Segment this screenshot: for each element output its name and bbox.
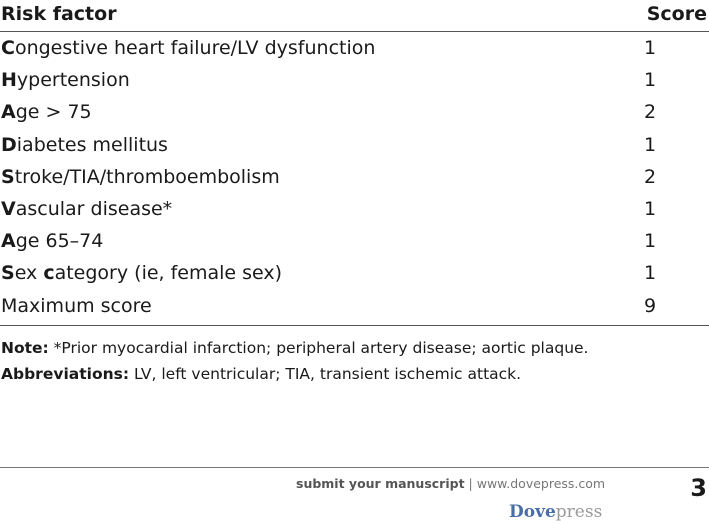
score-cell: 1	[643, 198, 657, 220]
risk-factor-cell: Diabetes mellitus	[1, 134, 168, 156]
risk-factor-initial: c	[43, 262, 55, 285]
risk-factor-cell: Sex category (ie, female sex)	[1, 262, 282, 284]
score-cell: 2	[643, 165, 657, 188]
score-cell: 1	[643, 69, 657, 92]
table-bottom-rule	[0, 325, 709, 326]
header-risk-factor: Risk factor	[1, 3, 117, 25]
risk-factor-text: ascular disease*	[15, 198, 173, 220]
risk-factor-cell: Age > 75	[1, 101, 92, 123]
header-rule	[0, 31, 709, 32]
table-row: Sex category (ie, female sex) 1	[0, 262, 709, 294]
risk-factor-initial: A	[1, 101, 16, 124]
table-row: Stroke/TIA/thromboembolism 2	[0, 166, 709, 198]
footer-rule	[0, 467, 709, 468]
score-cell: 1	[643, 37, 657, 59]
note-label: Note:	[1, 339, 49, 357]
score-cell: 2	[643, 101, 657, 124]
risk-factor-initial: C	[1, 37, 15, 59]
risk-factor-initial: H	[1, 69, 17, 92]
risk-factor-text: ypertension	[16, 69, 130, 92]
footer-submit-line: submit your manuscript | www.dovepress.c…	[296, 476, 605, 491]
table-row: Hypertension 1	[0, 69, 709, 101]
risk-factor-cell: Vascular disease*	[1, 198, 172, 220]
table-row: Vascular disease* 1	[0, 198, 709, 230]
risk-factor-initial: S	[1, 165, 15, 188]
footer-separator: |	[464, 476, 477, 491]
risk-factor-initial: S	[1, 262, 15, 285]
risk-factor-cell: Hypertension	[1, 69, 130, 91]
abbreviations-text: LV, left ventricular; TIA, transient isc…	[129, 365, 522, 383]
score-cell: 1	[643, 230, 657, 253]
submit-manuscript-link[interactable]: submit your manuscript	[296, 476, 465, 491]
table-row: Diabetes mellitus 1	[0, 134, 709, 166]
score-cell: 9	[643, 294, 657, 317]
risk-factor-cell: Congestive heart failure/LV dysfunction	[1, 37, 375, 59]
page-number: 3	[690, 474, 707, 502]
score-cell: 1	[643, 133, 657, 156]
table-row: Congestive heart failure/LV dysfunction 1	[0, 37, 709, 69]
header-score: Score	[646, 3, 707, 25]
risk-factor-initial: V	[1, 198, 16, 220]
risk-factor-text: iabetes mellitus	[16, 133, 168, 156]
risk-factor-cell: Stroke/TIA/thromboembolism	[1, 166, 280, 188]
table-row: Age > 75 2	[0, 101, 709, 133]
risk-factor-cell: Age 65–74	[1, 230, 103, 252]
logo-press: press	[555, 502, 603, 522]
risk-factor-text: ongestive heart failure/LV dysfunction	[14, 37, 376, 59]
note-text: *Prior myocardial infarction; peripheral…	[48, 339, 589, 357]
risk-factor-text: Maximum score	[1, 294, 152, 317]
abbreviations-line: Abbreviations: LV, left ventricular; TIA…	[1, 361, 588, 387]
risk-factor-initial: D	[1, 133, 17, 156]
dovepress-logo: Dovepress	[509, 502, 602, 522]
table-notes: Note: *Prior myocardial infarction; peri…	[1, 335, 588, 387]
dovepress-url-link[interactable]: www.dovepress.com	[477, 476, 605, 491]
table-header-row: Risk factor Score	[0, 3, 709, 29]
abbreviations-label: Abbreviations:	[1, 365, 130, 383]
risk-factor-initial: A	[1, 230, 16, 253]
note-line: Note: *Prior myocardial infarction; peri…	[1, 335, 588, 361]
table-row: Maximum score 9	[0, 295, 709, 327]
risk-factor-text: ge 65–74	[15, 230, 104, 253]
logo-dove: Dove	[509, 502, 556, 522]
score-cell: 1	[643, 262, 657, 285]
risk-factor-text: ex	[14, 262, 44, 285]
risk-factor-text: troke/TIA/thromboembolism	[14, 165, 280, 188]
risk-factor-cell: Maximum score	[1, 295, 152, 317]
risk-factor-text: ategory (ie, female sex)	[54, 262, 283, 285]
table-row: Age 65–74 1	[0, 230, 709, 262]
risk-factor-text: ge > 75	[15, 101, 92, 124]
